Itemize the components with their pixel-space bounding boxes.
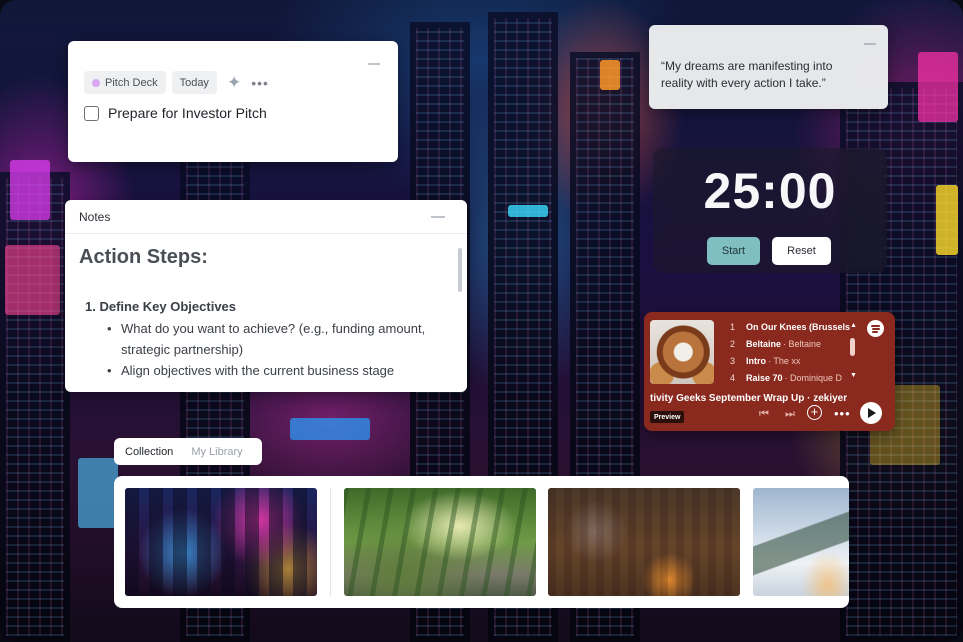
track-row[interactable]: 2 Beltaine · Beltaine: [730, 339, 850, 356]
tag-color-dot: [92, 78, 100, 87]
spotify-icon[interactable]: [867, 320, 884, 337]
scroll-down-icon[interactable]: ▼: [850, 372, 857, 379]
start-button[interactable]: Start: [707, 237, 760, 265]
desktop-background: Pitch Deck Today ✦ ••• Prepare for Inves…: [0, 0, 963, 642]
notes-editor[interactable]: Action Steps: 1. Define Key Objectives W…: [79, 246, 449, 381]
track-artist: · The xx: [768, 356, 801, 366]
tab-collection[interactable]: Collection: [125, 446, 173, 458]
timer-display: 25:00: [703, 163, 837, 219]
neon-sign: [508, 205, 548, 217]
library-tabs: Collection My Library: [114, 438, 262, 465]
neon-sign: [5, 245, 60, 315]
track-title: On Our Knees (Brussels S: [746, 322, 850, 332]
gallery-divider: [330, 488, 331, 596]
scene-gallery: [114, 476, 849, 608]
building-silhouette: [0, 172, 70, 642]
track-row[interactable]: 4 Raise 70 · Dominique D: [730, 373, 850, 390]
album-cover: [650, 320, 714, 384]
play-icon[interactable]: [860, 402, 882, 424]
track-title: Raise 70: [746, 373, 783, 383]
scene-thumbnail-cyberpunk-city[interactable]: [125, 488, 317, 596]
task-checkbox[interactable]: [84, 105, 99, 121]
neon-sign: [10, 160, 50, 220]
preview-badge: Preview: [650, 411, 685, 423]
quote-text: “My dreams are manifesting into reality …: [661, 59, 833, 90]
track-list-scrollbar[interactable]: [850, 338, 855, 356]
track-artist: · Dominique D: [784, 373, 843, 383]
track-number: 4: [730, 373, 736, 383]
task-card: Pitch Deck Today ✦ ••• Prepare for Inves…: [68, 41, 398, 162]
scene-thumbnail-bamboo-forest[interactable]: [344, 488, 536, 596]
track-list: 1 On Our Knees (Brussels S 2 Beltaine · …: [730, 322, 850, 390]
minimize-icon[interactable]: [368, 63, 380, 65]
notes-header: Notes: [65, 200, 467, 234]
neon-sign: [290, 418, 370, 440]
neon-sign: [78, 458, 118, 528]
neon-sign: [918, 52, 958, 122]
scene-thumbnail-snowy-cabin[interactable]: [753, 488, 849, 596]
due-date-tag[interactable]: Today: [171, 71, 217, 94]
minimize-icon[interactable]: [431, 216, 445, 218]
track-number: 1: [730, 322, 736, 332]
task-title[interactable]: Prepare for Investor Pitch: [108, 105, 267, 121]
track-row[interactable]: 1 On Our Knees (Brussels S: [730, 322, 850, 339]
neon-sign: [600, 60, 620, 90]
track-artist: · Beltaine: [783, 339, 822, 349]
sparkle-icon[interactable]: ✦: [227, 74, 241, 91]
reset-button[interactable]: Reset: [772, 237, 831, 265]
spotify-player: 1 On Our Knees (Brussels S 2 Beltaine · …: [644, 312, 895, 431]
due-date-label: Today: [179, 76, 209, 89]
track-number: 3: [730, 356, 736, 366]
notes-widget: Notes Action Steps: 1. Define Key Object…: [65, 200, 467, 392]
more-icon[interactable]: •••: [834, 406, 851, 421]
project-tag[interactable]: Pitch Deck: [84, 71, 166, 94]
pomodoro-timer: 25:00 Start Reset: [653, 148, 887, 273]
next-icon[interactable]: ⏭: [785, 408, 795, 421]
notes-bullet: What do you want to achieve? (e.g., fund…: [107, 318, 449, 360]
notes-title: Notes: [79, 210, 111, 224]
scroll-up-icon[interactable]: ▲: [850, 322, 857, 329]
notes-heading: Action Steps:: [79, 246, 208, 268]
previous-icon[interactable]: ⏮: [759, 408, 769, 421]
scene-thumbnail-library-fireplace[interactable]: [548, 488, 740, 596]
task-tags: Pitch Deck Today ✦ •••: [84, 71, 269, 94]
minimize-icon[interactable]: [864, 43, 876, 45]
project-tag-label: Pitch Deck: [105, 76, 158, 89]
track-title: Intro: [746, 356, 766, 366]
task-row: Prepare for Investor Pitch: [84, 105, 267, 121]
playlist-title[interactable]: tivity Geeks September Wrap Up · zekiyer: [650, 393, 860, 404]
tab-my-library[interactable]: My Library: [191, 446, 242, 458]
more-icon[interactable]: •••: [251, 76, 269, 90]
track-title: Beltaine: [746, 339, 782, 349]
track-row[interactable]: 3 Intro · The xx: [730, 356, 850, 373]
notes-list-item: 1. Define Key Objectives: [85, 299, 237, 314]
quote-widget: “My dreams are manifesting into reality …: [649, 25, 888, 109]
notes-scrollbar[interactable]: [458, 248, 462, 292]
notes-bullet: Align objectives with the current busine…: [107, 360, 449, 381]
track-number: 2: [730, 339, 736, 349]
neon-sign: [936, 185, 958, 255]
add-icon[interactable]: +: [807, 405, 822, 420]
